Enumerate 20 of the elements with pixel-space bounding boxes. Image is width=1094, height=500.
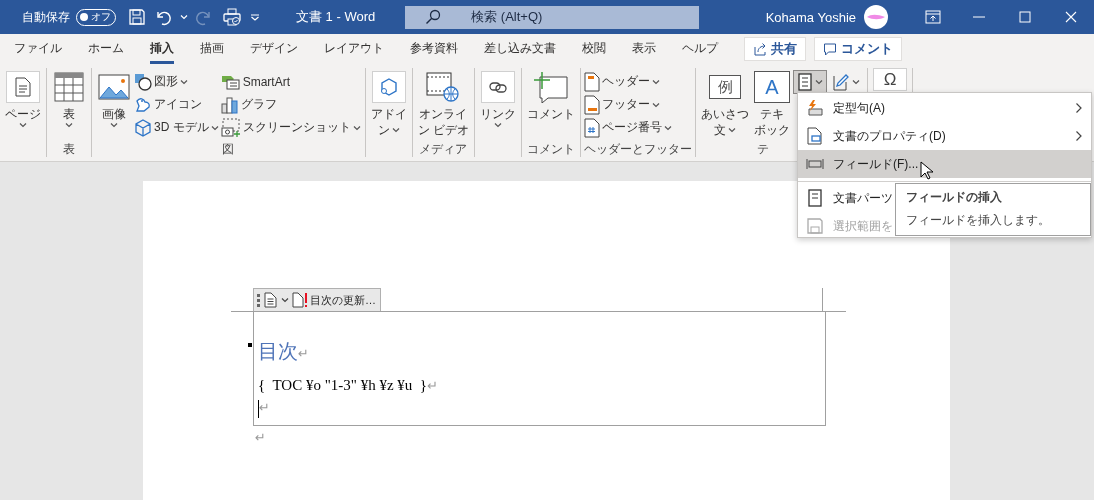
field-code: { TOC ¥o "1-3" ¥h ¥z ¥u } [258,377,427,394]
group-label: メディア [418,141,469,157]
toc-heading: 目次 [258,339,298,364]
autosave-label: 自動保存 [22,8,70,26]
omega-icon: Ω [873,68,908,91]
group-label: ヘッダーとフッター [584,141,693,157]
group-label: テ [756,141,771,157]
tooltip-description: フィールドを挿入します。 [906,212,1051,229]
paragraph-mark: ↵ [259,400,270,415]
sample-text-box: 例 [709,75,742,99]
group-label: 表 [62,141,76,157]
user-name: Kohama Yoshie [765,9,856,25]
group-label: コメント [526,141,577,157]
paragraph-mark: ↵ [298,346,309,361]
document-title: 文書 1 - Word [296,8,376,26]
paragraph-mark: ↵ [255,430,266,445]
paragraph-mark: ↵ [427,378,438,394]
text-box-icon: A [754,71,791,103]
tooltip-title: フィールドの挿入 [906,189,1003,206]
group-label: 図 [221,141,236,157]
